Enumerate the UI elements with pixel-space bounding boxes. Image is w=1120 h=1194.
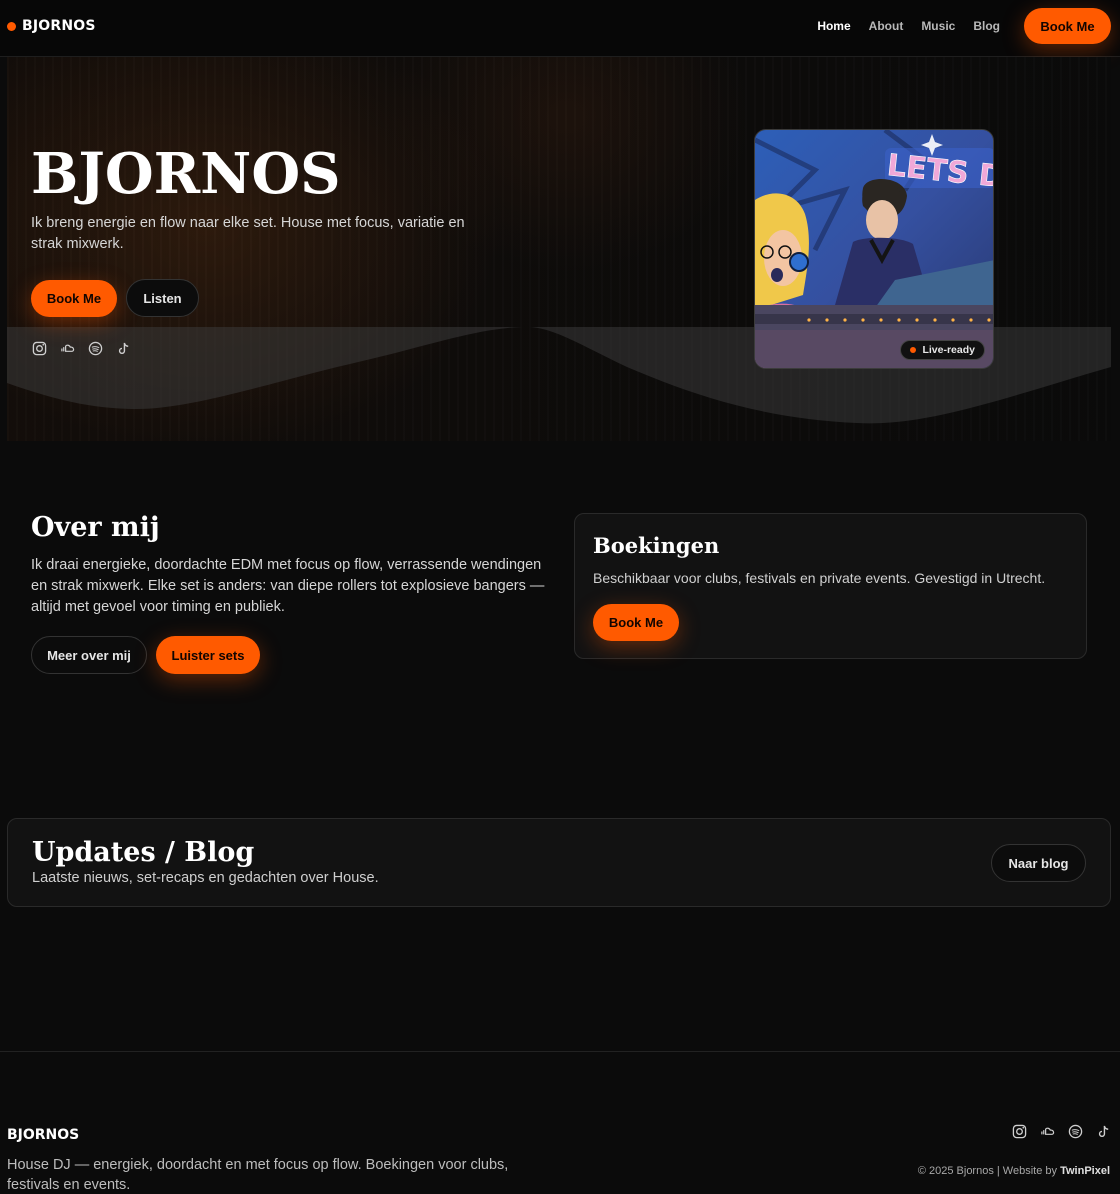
- listen-sets-button[interactable]: Luister sets: [156, 636, 260, 674]
- footer-divider: [0, 1051, 1120, 1052]
- footer-logo[interactable]: BJORNOS: [7, 1127, 79, 1143]
- dj-photo: LETS D Live-ready: [754, 129, 994, 369]
- hero-social-links: [32, 341, 131, 356]
- brand-name: BJORNOS: [22, 18, 96, 34]
- footer-copyright: © 2025 Bjornos | Website by TwinPixel: [918, 1165, 1110, 1177]
- to-blog-button[interactable]: Naar blog: [991, 844, 1086, 882]
- booking-book-button[interactable]: Book Me: [593, 604, 679, 641]
- credit-link[interactable]: TwinPixel: [1060, 1165, 1110, 1177]
- hero-tagline: Ik breng energie en flow naar elke set. …: [31, 215, 465, 252]
- live-dot: [910, 347, 917, 353]
- blog-subtitle: Laatste nieuws, set-recaps en gedachten …: [32, 870, 379, 886]
- more-about-me-button[interactable]: Meer over mij: [31, 636, 147, 674]
- blog-title: Updates / Blog: [32, 837, 255, 868]
- dj-photo-illustration: LETS D: [755, 130, 993, 368]
- blog-card: Updates / Blog Laatste nieuws, set-recap…: [7, 818, 1111, 907]
- soundcloud-icon[interactable]: [1040, 1124, 1055, 1139]
- tiktok-icon[interactable]: [116, 341, 131, 356]
- brand-logo[interactable]: BJORNOS: [7, 18, 96, 34]
- soundcloud-icon[interactable]: [60, 341, 75, 356]
- hero-title: BJORNOS: [31, 141, 341, 207]
- main-nav: Home About Music Blog: [817, 19, 1000, 33]
- live-ready-label: Live-ready: [922, 344, 975, 356]
- instagram-icon[interactable]: [32, 341, 47, 356]
- hero-listen-button[interactable]: Listen: [126, 279, 199, 317]
- footer-description: House DJ — energiek, doordacht en met fo…: [7, 1157, 509, 1193]
- spotify-icon[interactable]: [88, 341, 103, 356]
- nav-about[interactable]: About: [869, 19, 904, 33]
- nav-music[interactable]: Music: [921, 19, 955, 33]
- about-text: Ik draai energieke, doordachte EDM met f…: [31, 557, 545, 615]
- booking-card: Boekingen Beschikbaar voor clubs, festiv…: [574, 513, 1087, 659]
- live-ready-badge: Live-ready: [900, 340, 985, 360]
- hero-section: BJORNOS Ik breng energie en flow naar el…: [7, 57, 1111, 441]
- logo-dot: [7, 21, 16, 31]
- spotify-icon[interactable]: [1068, 1124, 1083, 1139]
- instagram-icon[interactable]: [1012, 1124, 1027, 1139]
- top-navbar: BJORNOS Home About Music Blog Book Me: [0, 0, 1120, 57]
- about-title: Over mij: [31, 512, 160, 543]
- copyright-text: © 2025 Bjornos | Website by: [917, 1165, 1061, 1177]
- booking-title: Boekingen: [593, 533, 720, 558]
- hero-book-button[interactable]: Book Me: [31, 280, 117, 317]
- booking-text: Beschikbaar voor clubs, festivals en pri…: [593, 570, 1046, 586]
- footer-social-links: [1012, 1124, 1111, 1139]
- tiktok-icon[interactable]: [1096, 1124, 1111, 1139]
- nav-blog[interactable]: Blog: [973, 19, 1000, 33]
- header-book-button[interactable]: Book Me: [1024, 8, 1111, 44]
- nav-home[interactable]: Home: [817, 19, 850, 33]
